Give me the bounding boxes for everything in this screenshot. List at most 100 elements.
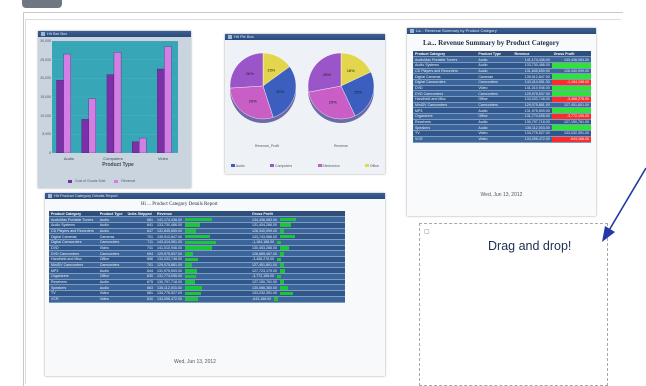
bar-chart-x-axis-label: Product Type	[102, 162, 134, 168]
table-cell-databar	[184, 217, 212, 222]
y-tick-label: 10,000	[40, 113, 51, 118]
pie-chart-panel[interactable]: Hit Pie Box 15% 30% 29% 26% 18% 25% 29% 28% Rev…	[225, 34, 385, 174]
table-cell: 630	[125, 296, 155, 303]
bar-cogs-3[interactable]	[131, 141, 140, 154]
table-cell-value: 143,414,951.00	[157, 240, 182, 245]
table-cell: Video	[97, 296, 126, 303]
table-cell-databar	[279, 286, 289, 290]
panel-icon	[41, 32, 45, 36]
window-tab-fragment	[22, 0, 62, 8]
table-cell-databar	[279, 280, 284, 284]
panel-icon	[48, 194, 52, 198]
bar-cogs-4[interactable]	[157, 68, 165, 154]
table-cell-databar	[279, 263, 285, 267]
table-cell: Video	[476, 136, 513, 143]
revenue-summary-heading: La... Revenue Summary by Product Categor…	[423, 39, 560, 47]
pie-legend-audio: Audio	[231, 164, 245, 168]
table-cell-value: 130,453,288.00	[252, 245, 277, 250]
table-cell-databar	[279, 223, 291, 228]
table-cell-databar	[184, 223, 200, 228]
bar-revenue-4[interactable]	[164, 46, 172, 154]
y-tick-label: 30,000	[40, 39, 51, 43]
pie-legend-swatch-electronics	[317, 164, 322, 167]
pie-legend-swatch-audio	[231, 164, 235, 167]
table-cell-value: 131,975,509.00	[157, 268, 182, 273]
table-cell: 133,096,472.00	[155, 296, 250, 303]
table-cell: VCR	[49, 296, 98, 303]
pie-legend-swatch-office	[364, 164, 369, 167]
bar-revenue-2[interactable]	[113, 52, 122, 154]
pie-legend-label-electronics: Electronics	[322, 164, 340, 168]
pie-right-caption: Revenue	[333, 144, 348, 148]
bar-chart-body: 30,000 25,000 20,000 15,000 10,000 5,000 0 Aud…	[38, 37, 191, 188]
bar-revenue-3[interactable]	[139, 137, 147, 154]
pie-legend-swatch-computers	[270, 164, 275, 167]
table-cell-value: 127,451,801.00	[252, 263, 277, 268]
pie-right-slice-label: 29%	[329, 100, 337, 105]
bar-chart-plot-area	[52, 40, 178, 154]
table-cell-databar	[184, 229, 197, 233]
revenue-summary-body: La... Revenue Summary by Product Categor…	[407, 34, 596, 216]
product-details-date: Wed, Jun 13, 2012	[174, 359, 216, 365]
x-category-video: Video	[157, 156, 169, 161]
y-tick-label: 20,000	[40, 76, 51, 81]
table-cell-databar	[277, 257, 282, 262]
legend-label-revenue: Revenue	[121, 179, 136, 183]
table-cell-databar	[184, 286, 202, 290]
pie-left-caption: Revenue_Profit	[254, 144, 280, 148]
table-cell-databar	[279, 291, 294, 296]
pie-legend-office: Office	[364, 164, 379, 168]
pie-left-slice-label: 29%	[249, 99, 257, 104]
table-cell-value: 133,096,472.00	[157, 297, 182, 302]
bar-cogs-1[interactable]	[81, 119, 89, 154]
bar-chart-panel[interactable]: Hit Bar Box 30,000 25,000 20,000 15,000 10,0…	[38, 31, 191, 188]
table-cell-value: -3,468,278.00	[252, 257, 275, 262]
legend-label-cogs: Cost of Goods Sold	[75, 179, 106, 183]
table-cell: -643,166.00	[551, 136, 591, 143]
bar-cogs-0[interactable]	[56, 80, 64, 154]
pie-left-slice-label: 15%	[267, 67, 275, 72]
table-cell-value: 133,032,391.00	[252, 291, 277, 296]
table-cell-value: 126,685,467.00	[252, 251, 277, 256]
table-row[interactable]: VCR Video 630 133,096,472.00 -643,166.00	[49, 296, 345, 303]
pie-legend-computers: Computers	[270, 164, 292, 168]
y-tick-label: 5,000	[42, 132, 51, 137]
table-cell-databar	[184, 291, 202, 296]
table-cell-value: 127,150,761.00	[252, 280, 277, 285]
drag-and-drop-zone[interactable]: ▢ Drag and drop!	[419, 223, 608, 386]
table-cell-value: 129,075,881.00	[157, 263, 182, 268]
table-cell-databar	[184, 240, 216, 245]
pie-right-slice-label: 25%	[354, 90, 362, 95]
canvas-inner-top-border	[25, 19, 621, 20]
bar-revenue-0[interactable]	[63, 53, 71, 154]
pie-charts-svg: 15% 30% 29% 26% 18% 25% 29% 28%	[229, 52, 375, 123]
table-cell-value: -3,772,195.00	[252, 274, 275, 279]
table-cell-databar	[279, 217, 296, 222]
table-cell-databar	[184, 234, 210, 239]
table-cell-databar	[184, 257, 199, 262]
product-details-table: Product Category Product Type Units Shippe…	[49, 211, 345, 303]
drop-zone-icon: ▢	[424, 229, 430, 235]
table-row[interactable]: VCR Video 133,096,472.00 -643,166.00	[413, 136, 591, 143]
table-cell-value: -1,184,188.00	[252, 240, 275, 245]
table-cell-value: 141,010,946.00	[157, 245, 182, 250]
bar-cogs-2[interactable]	[106, 74, 115, 154]
bar-revenue-1[interactable]	[88, 98, 96, 154]
bar-chart-svg	[52, 40, 178, 154]
pie-legend-label-computers: Computers	[275, 164, 293, 168]
table-cell-databar	[279, 268, 285, 273]
y-tick-label: 0	[49, 151, 51, 155]
table-cell-databar	[279, 246, 290, 250]
revenue-summary-panel[interactable]: La... Revenue Summary by Product Categor…	[407, 28, 596, 216]
x-category-audio: Audio	[63, 156, 75, 161]
product-details-panel[interactable]: Hit Product Category Details Report Hi .…	[45, 193, 385, 376]
table-cell-databar	[277, 274, 282, 279]
x-category-computers: Computers	[103, 156, 123, 161]
pie-legend-label-office: Office	[369, 164, 379, 168]
table-cell-value: 139,912,847.00	[157, 234, 182, 239]
table-cell-value: 133,743,966.00	[252, 234, 277, 239]
table-cell-databar	[184, 280, 195, 284]
y-tick-label: 25,000	[40, 57, 51, 62]
table-cell: 133,096,472.00	[512, 136, 552, 143]
drag-and-drop-label: Drag and drop!	[488, 239, 572, 253]
